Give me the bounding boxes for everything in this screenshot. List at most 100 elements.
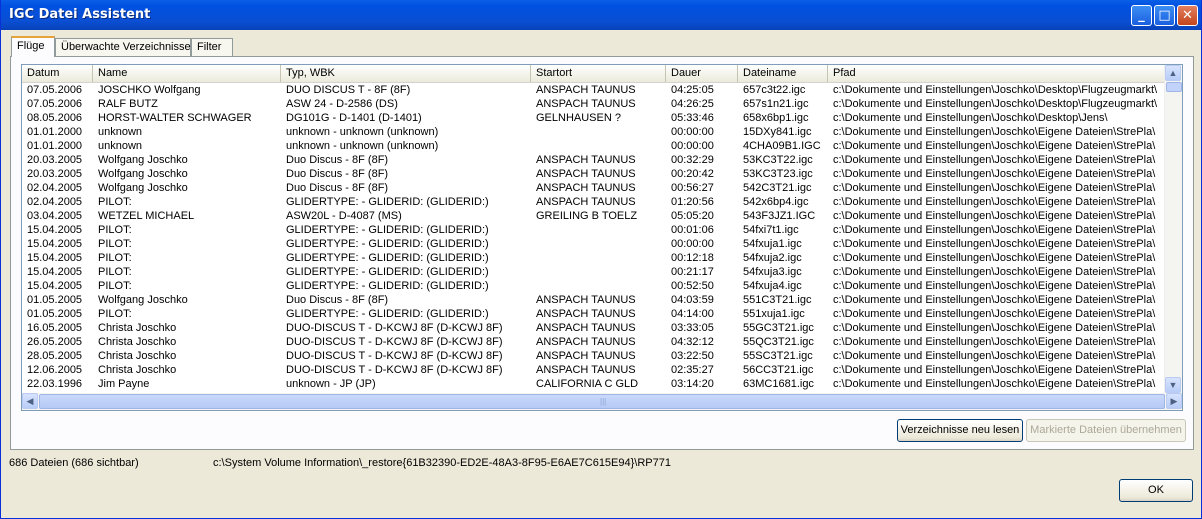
column-header-type[interactable]: Typ, WBK [281, 65, 531, 82]
cell-name: PILOT: [98, 252, 132, 264]
table-row[interactable]: 08.05.2006 HORST-WALTER SCHWAGER DG101G - … [22, 111, 1167, 125]
table-row[interactable]: 15.04.2005 PILOT: GLIDERTYPE: - GLIDERID: … [22, 223, 1167, 237]
cell-type: unknown - unknown (unknown) [286, 126, 439, 138]
cell-type: unknown - unknown (unknown) [286, 140, 439, 152]
table-row[interactable]: 20.03.2005 Wolfgang Joschko Duo Discus - 8… [22, 153, 1167, 167]
cell-type: GLIDERTYPE: - GLIDERID: (GLIDERID:) [286, 308, 489, 320]
cell-date: 02.04.2005 [27, 196, 83, 208]
table-row[interactable]: 01.05.2005 PILOT: GLIDERTYPE: - GLIDERID: … [22, 307, 1167, 321]
horizontal-scrollbar[interactable]: ◀ ||| ▶ [22, 393, 1182, 410]
cell-filename: 658x6bp1.igc [743, 112, 809, 124]
column-header-start[interactable]: Startort [531, 65, 666, 82]
cell-filename: 63MC1681.igc [743, 378, 814, 390]
cell-start: ANSPACH TAUNUS [536, 84, 636, 96]
cell-filename: 657s1n21.igc [743, 98, 809, 110]
cell-date: 01.05.2005 [27, 294, 83, 306]
tab-fluege[interactable]: Flüge [11, 36, 55, 57]
column-header-duration[interactable]: Dauer [666, 65, 738, 82]
scroll-left-icon[interactable]: ◀ [22, 393, 38, 409]
cell-duration: 00:32:29 [671, 154, 714, 166]
table-row[interactable]: 16.05.2005 Christa Joschko DUO-DISCUS T - … [22, 321, 1167, 335]
cell-duration: 03:14:20 [671, 378, 714, 390]
table-row[interactable]: 15.04.2005 PILOT: GLIDERTYPE: - GLIDERID: … [22, 279, 1167, 293]
cell-path: c:\Dokumente und Einstellungen\Joschko\D… [833, 98, 1158, 110]
cell-filename: 15DXy841.igc [743, 126, 812, 138]
column-header-filename[interactable]: Dateiname [738, 65, 828, 82]
scroll-right-icon[interactable]: ▶ [1166, 393, 1182, 409]
cell-start: ANSPACH TAUNUS [536, 98, 636, 110]
cell-name: RALF BUTZ [98, 98, 158, 110]
cell-type: GLIDERTYPE: - GLIDERID: (GLIDERID:) [286, 252, 489, 264]
file-count-status: 686 Dateien (686 sichtbar) [9, 457, 139, 469]
table-row[interactable]: 28.05.2005 Christa Joschko DUO-DISCUS T - … [22, 349, 1167, 363]
cell-path: c:\Dokumente und Einstellungen\Joschko\E… [833, 322, 1156, 334]
cell-duration: 01:20:56 [671, 196, 714, 208]
cell-date: 08.05.2006 [27, 112, 83, 124]
column-header-date[interactable]: Datum [22, 65, 93, 82]
cell-name: Wolfgang Joschko [98, 182, 188, 194]
table-row[interactable]: 15.04.2005 PILOT: GLIDERTYPE: - GLIDERID: … [22, 251, 1167, 265]
horizontal-scroll-thumb[interactable]: ||| [39, 394, 1165, 409]
cell-start: ANSPACH TAUNUS [536, 336, 636, 348]
cell-type: DG101G - D-1401 (D-1401) [286, 112, 422, 124]
table-row[interactable]: 12.06.2005 Christa Joschko DUO-DISCUS T - … [22, 363, 1167, 377]
table-row[interactable]: 15.04.2005 PILOT: GLIDERTYPE: - GLIDERID: … [22, 265, 1167, 279]
minimize-button[interactable]: _ [1131, 5, 1152, 26]
table-row[interactable]: 07.05.2006 RALF BUTZ ASW 24 - D-2586 (DS) A… [22, 97, 1167, 111]
cell-filename: 55GC3T21.igc [743, 322, 814, 334]
table-row[interactable]: 01.01.2000 unknown unknown - unknown (unkn… [22, 125, 1167, 139]
cell-name: Wolfgang Joschko [98, 294, 188, 306]
title-bar[interactable]: IGC Datei Assistent _ □ ✕ [1, 0, 1201, 30]
vertical-scrollbar[interactable]: ▲ ▼ [1164, 65, 1182, 394]
current-path-status: c:\System Volume Information\_restore{61… [213, 457, 671, 469]
tab-ueberwachte-verzeichnisse[interactable]: Überwachte Verzeichnisse [55, 38, 191, 56]
cell-date: 22.03.1996 [27, 378, 83, 390]
vertical-scroll-thumb[interactable] [1166, 82, 1182, 92]
table-row[interactable]: 01.05.2005 Wolfgang Joschko Duo Discus - 8… [22, 293, 1167, 307]
cell-path: c:\Dokumente und Einstellungen\Joschko\E… [833, 182, 1156, 194]
cell-name: PILOT: [98, 266, 132, 278]
cell-date: 03.04.2005 [27, 210, 83, 222]
reload-directories-button[interactable]: Verzeichnisse neu lesen [897, 419, 1023, 442]
cell-start [531, 139, 666, 153]
cell-start [531, 237, 666, 251]
cell-type: GLIDERTYPE: - GLIDERID: (GLIDERID:) [286, 238, 489, 250]
cell-name: Christa Joschko [98, 336, 177, 348]
column-header-path[interactable]: Pfad [828, 65, 1167, 82]
scroll-down-icon[interactable]: ▼ [1165, 377, 1181, 393]
table-row[interactable]: 02.04.2005 PILOT: GLIDERTYPE: - GLIDERID: … [22, 195, 1167, 209]
table-row[interactable]: 15.04.2005 PILOT: GLIDERTYPE: - GLIDERID: … [22, 237, 1167, 251]
cell-duration: 04:26:25 [671, 98, 714, 110]
cell-start: ANSPACH TAUNUS [536, 322, 636, 334]
scroll-up-icon[interactable]: ▲ [1165, 65, 1181, 81]
cell-date: 07.05.2006 [27, 98, 83, 110]
cell-date: 07.05.2006 [27, 84, 83, 96]
cell-start: ANSPACH TAUNUS [536, 308, 636, 320]
cell-duration: 04:25:05 [671, 84, 714, 96]
close-button[interactable]: ✕ [1177, 5, 1198, 26]
table-row[interactable]: 02.04.2005 Wolfgang Joschko Duo Discus - 8… [22, 181, 1167, 195]
maximize-button[interactable]: □ [1154, 5, 1175, 26]
apply-selected-files-button[interactable]: Markierte Dateien übernehmen [1026, 419, 1186, 442]
cell-date: 15.04.2005 [27, 252, 83, 264]
cell-path: c:\Dokumente und Einstellungen\Joschko\E… [833, 126, 1156, 138]
cell-type: unknown - JP (JP) [286, 378, 376, 390]
table-row[interactable]: 22.03.1996 Jim Payne unknown - JP (JP) CALI… [22, 377, 1167, 391]
table-row[interactable]: 01.01.2000 unknown unknown - unknown (unkn… [22, 139, 1167, 153]
cell-filename: 551C3T21.igc [743, 294, 812, 306]
cell-path: c:\Dokumente und Einstellungen\Joschko\E… [833, 252, 1156, 264]
table-row[interactable]: 07.05.2006 JOSCHKO Wolfgang DUO DISCUS T -… [22, 83, 1167, 97]
column-header-name[interactable]: Name [93, 65, 281, 82]
ok-button[interactable]: OK [1119, 479, 1193, 502]
cell-name: HORST-WALTER SCHWAGER [98, 112, 252, 124]
cell-date: 20.03.2005 [27, 168, 83, 180]
cell-name: Christa Joschko [98, 364, 177, 376]
cell-name: PILOT: [98, 196, 132, 208]
tab-filter[interactable]: Filter [191, 38, 233, 56]
table-row[interactable]: 03.04.2005 WETZEL MICHAEL ASW20L - D-4087 … [22, 209, 1167, 223]
table-row[interactable]: 20.03.2005 Wolfgang Joschko Duo Discus - 8… [22, 167, 1167, 181]
flights-list[interactable]: Datum Name Typ, WBK Startort Dauer Dateiname P… [21, 64, 1183, 411]
cell-name: Christa Joschko [98, 350, 177, 362]
cell-path: c:\Dokumente und Einstellungen\Joschko\D… [833, 84, 1158, 96]
table-row[interactable]: 26.05.2005 Christa Joschko DUO-DISCUS T - … [22, 335, 1167, 349]
